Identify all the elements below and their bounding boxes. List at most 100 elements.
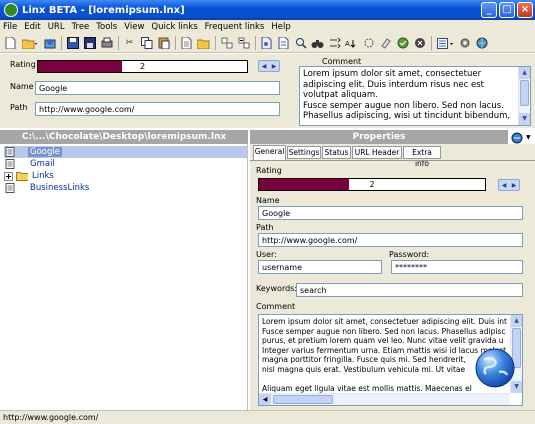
tree-item-google[interactable]: Google [4,146,247,158]
tree-item-links[interactable]: Links [4,170,54,182]
prop-name-field[interactable]: Google [258,206,523,220]
app-icon [4,3,18,17]
menu-view[interactable]: View [124,22,144,32]
prop-keywords-label: Keywords: [256,284,298,293]
rating-decrease-icon[interactable]: ◀ [502,182,507,189]
tree-item-gmail[interactable]: Gmail [4,158,55,170]
tree-item-label: Links [32,171,54,181]
rating-increase-icon[interactable]: ▶ [272,63,277,70]
scroll-thumb[interactable] [520,80,529,106]
save-icon[interactable] [66,37,79,50]
path-field[interactable]: http://www.google.com/ [35,102,280,116]
tree-item-businesslinks[interactable]: BusinessLinks [4,182,89,194]
binoculars-icon[interactable] [311,37,324,50]
menu-tree[interactable]: Tree [72,22,90,32]
svg-text:A: A [345,40,350,48]
status-bar: http://www.google.com/ [0,410,535,424]
scroll-down-icon[interactable]: ▼ [519,113,530,125]
window-title: Linx BETA - [loremipsum.lnx] [22,4,185,16]
check-links-icon[interactable] [396,37,409,50]
import-icon[interactable] [43,37,56,50]
collapse-tree-icon[interactable] [237,37,250,50]
refresh-icon[interactable] [362,37,375,50]
properties-menu-button[interactable]: ▼ [511,131,533,144]
minimize-button[interactable]: _ [481,2,497,18]
prop-rating-bar[interactable]: 2 [258,178,486,191]
properties-page-icon[interactable] [260,37,273,50]
view-options-icon[interactable] [436,37,454,50]
menu-url[interactable]: URL [48,22,65,32]
menu-quick-links[interactable]: Quick links [151,22,197,32]
eraser-icon[interactable] [379,37,392,50]
expand-tree-icon[interactable] [220,37,233,50]
tab-url-header[interactable]: URL Header [352,146,402,159]
replace-icon[interactable] [328,37,341,50]
comment-line: Lorem ipsum dolor sit amet, consectetuer [303,69,482,79]
tab-general[interactable]: General [253,145,286,160]
scroll-up-icon[interactable]: ▲ [519,67,530,79]
prop-name-label: Name [256,196,280,205]
menu-bar: File Edit URL Tree Tools View Quick link… [0,20,535,34]
toolbar-separator [215,36,216,50]
browser-icon [511,132,523,143]
new-link-icon[interactable] [180,37,193,50]
paste-icon[interactable] [157,37,170,50]
toolbar-separator [431,36,432,50]
comment-scrollbar[interactable]: ▲ ▼ [518,67,530,125]
title-bar: Linx BETA - [loremipsum.lnx] _ □ × [0,0,535,20]
comment-textarea[interactable]: Lorem ipsum dolor sit amet, consectetuer… [299,66,531,126]
prop-rating-spin-buttons[interactable]: ◀ ▶ [498,179,520,191]
menu-edit[interactable]: Edit [24,22,40,32]
prop-password-field[interactable]: ******** [391,260,523,274]
rating-value: 2 [139,62,146,71]
comment-line: Fusce semper augue non libero. Sed non l… [262,326,506,336]
rating-increase-icon[interactable]: ▶ [512,182,517,189]
prop-path-field[interactable]: http://www.google.com/ [258,233,523,247]
copy-icon[interactable] [140,37,153,50]
close-button[interactable]: × [517,2,533,18]
prop-keywords-field[interactable]: search [296,283,523,297]
tab-status[interactable]: Status [322,146,351,159]
tab-settings[interactable]: Settings [287,146,321,159]
find-page-icon[interactable] [277,37,290,50]
menu-help[interactable]: Help [271,22,290,32]
comment-line: Integer varius fermentum urna. Etiam mat… [262,345,507,355]
print-icon[interactable] [100,37,113,50]
maximize-button[interactable]: □ [499,2,515,18]
link-tree: Google Gmail Links BusinessLinks [0,144,248,410]
open-folder-icon[interactable] [21,37,39,50]
menu-file[interactable]: File [3,22,17,32]
rating-decrease-icon[interactable]: ◀ [262,63,267,70]
comment-line: adipiscing elit. Duis interdum risus nec… [303,79,484,90]
menu-tools[interactable]: Tools [96,22,117,32]
scroll-up-icon[interactable]: ▲ [511,315,522,327]
comment-line: volutpat aliquam. [303,90,378,100]
top-edit-panel: Rating 2 ◀ ▶ Name Google Path http://www.… [0,54,535,128]
tree-item-label: Gmail [30,159,55,169]
hscroll-thumb[interactable] [273,395,333,404]
new-folder-icon[interactable] [197,37,210,50]
search-icon[interactable] [294,37,307,50]
path-label: Path [10,103,28,112]
scroll-left-icon[interactable]: ◀ [259,394,271,405]
prop-user-field[interactable]: username [258,260,382,274]
prop-rating-label: Rating [256,166,282,175]
rating-spin-buttons[interactable]: ◀ ▶ [258,60,280,72]
comment-line: nisl magna quis erat. Vestibulum vehicul… [262,364,466,374]
name-field[interactable]: Google [35,81,280,95]
settings-icon[interactable] [458,37,471,50]
expand-plus-icon[interactable] [4,171,13,181]
rating-bar[interactable]: 2 [37,60,248,73]
sort-icon[interactable]: A [345,37,358,50]
toolbar-separator [175,36,176,50]
new-file-icon[interactable] [4,37,17,50]
prop-comment-hscrollbar[interactable]: ◀ [259,393,510,405]
stop-icon[interactable] [413,37,426,50]
globe-icon [475,348,515,388]
cut-icon[interactable]: ✂ [123,37,136,50]
menu-frequent-links[interactable]: Frequent links [205,22,265,32]
globe-tools-icon[interactable] [475,37,488,50]
save-all-icon[interactable] [83,37,96,50]
rating-label: Rating [10,60,36,69]
tab-extra-info[interactable]: Extra info [403,146,441,168]
